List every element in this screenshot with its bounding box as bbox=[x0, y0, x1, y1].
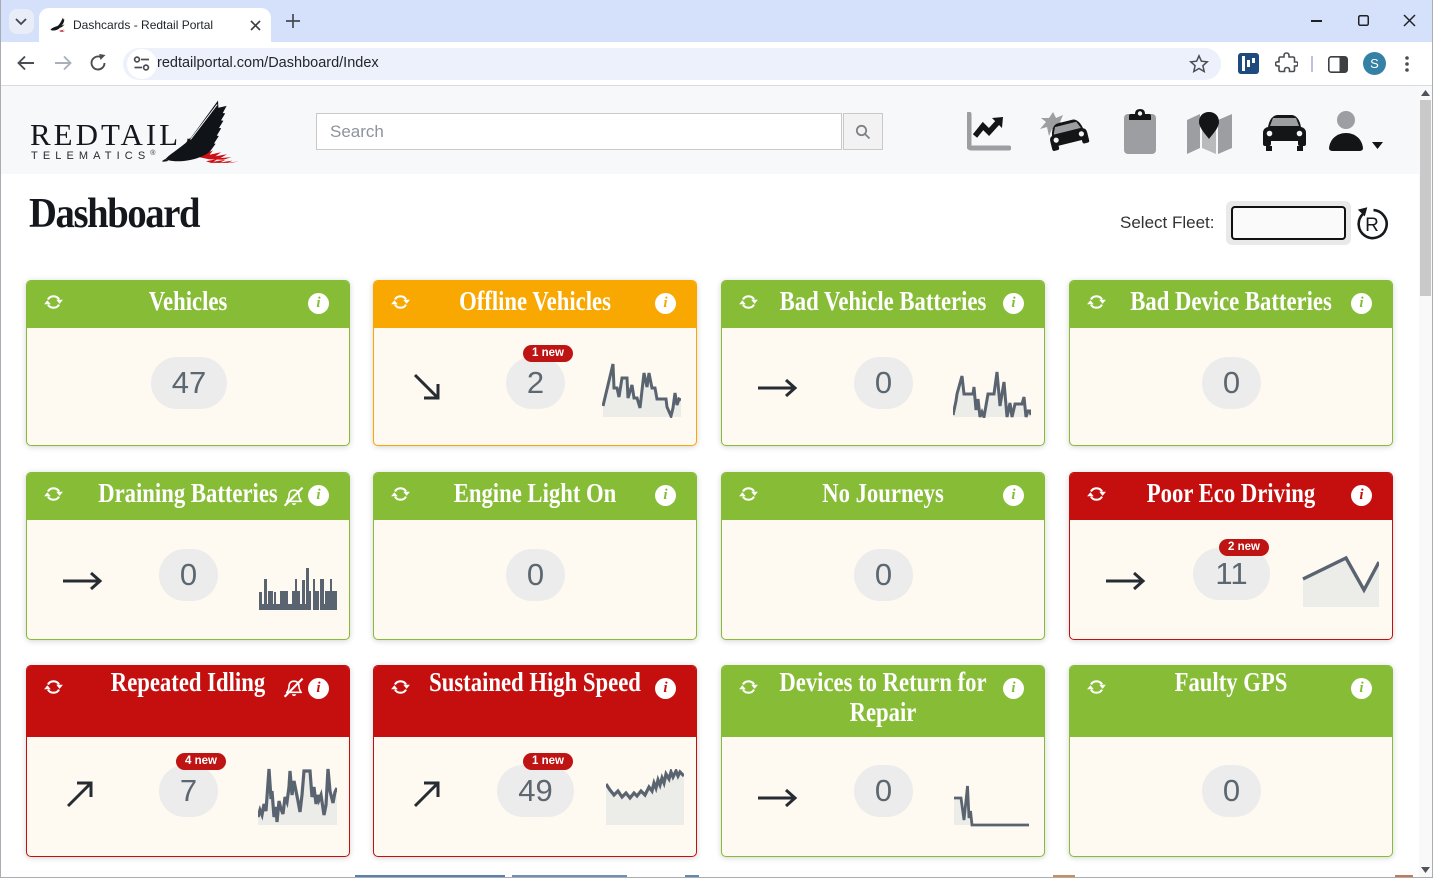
svg-text:R: R bbox=[1365, 215, 1379, 236]
